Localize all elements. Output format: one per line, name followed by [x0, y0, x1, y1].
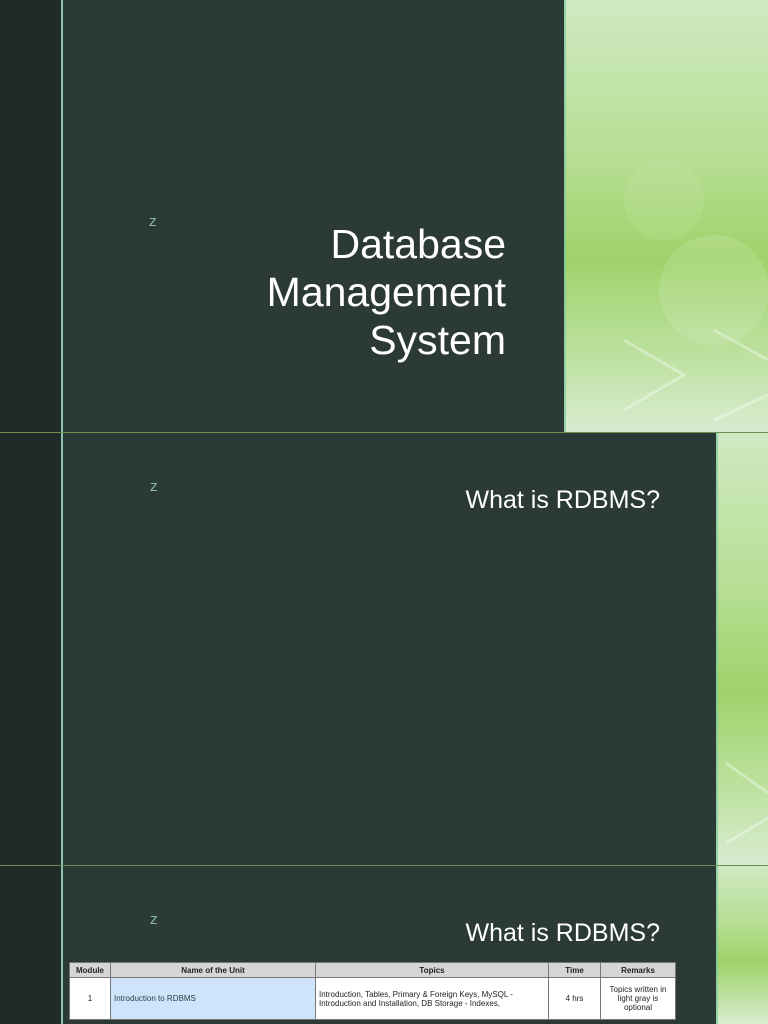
presentation-title: Database Management System: [126, 220, 506, 364]
logo-mark: z: [150, 912, 158, 928]
table-header-row: Module Name of the Unit Topics Time Rema…: [69, 962, 676, 978]
slide-title: What is RDBMS?: [465, 919, 660, 947]
module-cell: 1: [69, 977, 111, 1020]
time-cell: 4 hrs: [548, 977, 601, 1020]
table-row: 1 Introduction to RDBMS Introduction, Ta…: [69, 977, 676, 1020]
syllabus-table: Module Name of the Unit Topics Time Rema…: [69, 962, 676, 1020]
title-line: Management: [266, 269, 506, 315]
topics-cell: Introduction, Tables, Primary & Foreign …: [315, 977, 549, 1020]
title-line: System: [369, 317, 506, 363]
slide-2[interactable]: z What is RDBMS?: [0, 433, 768, 865]
green-decor-panel: [716, 866, 768, 1024]
green-accent-edge: [716, 866, 718, 1024]
green-decor-panel: [716, 433, 768, 865]
title-line: Database: [330, 221, 506, 267]
column-header: Remarks: [600, 962, 676, 978]
column-header: Name of the Unit: [110, 962, 316, 978]
column-header: Topics: [315, 962, 549, 978]
chevron-decor-icon: [725, 761, 768, 845]
slide-1[interactable]: z Database Management System: [0, 0, 768, 432]
green-decor-panel: [564, 0, 768, 432]
column-header: Module: [69, 962, 111, 978]
column-header: Time: [548, 962, 601, 978]
remarks-cell: Topics written in light gray is optional: [600, 977, 676, 1020]
slide-title: What is RDBMS?: [465, 486, 660, 514]
logo-mark: z: [150, 479, 158, 495]
chevron-decor-icon: [623, 160, 768, 422]
unit-name-cell[interactable]: Introduction to RDBMS: [110, 977, 316, 1020]
slide-content-area: [63, 0, 563, 432]
